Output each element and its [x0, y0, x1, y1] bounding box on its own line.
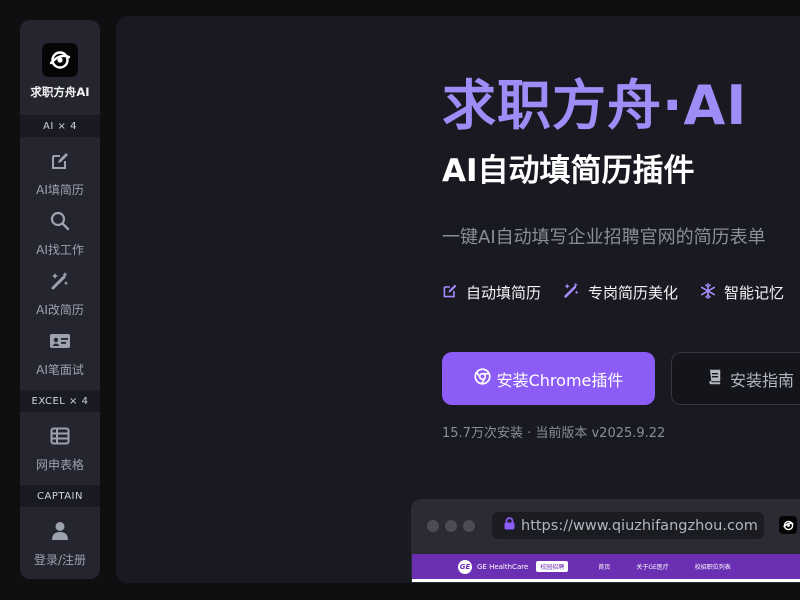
- install-guide-button[interactable]: 安装指南: [671, 352, 800, 405]
- sidebar-item-label: AI笔面试: [36, 363, 84, 377]
- main-panel: 求职方舟·AI AI自动填简历插件 一键AI自动填写企业招聘官网的简历表单 自动…: [116, 16, 800, 583]
- sidebar-item-label: AI找工作: [36, 243, 84, 257]
- site-link-home: 首页: [598, 564, 611, 571]
- section-label-captain: CAPTAIN: [20, 485, 100, 507]
- browser-preview: https://www.qiuzhifangzhou.com GE GE Hea…: [411, 499, 800, 583]
- install-chrome-button[interactable]: 安装Chrome插件: [442, 352, 655, 405]
- sidebar-item-ai-interview[interactable]: AI笔面试: [20, 327, 100, 383]
- brand-name: 求职方舟AI: [30, 85, 90, 99]
- site-name: GE HealthCare: [477, 562, 529, 571]
- sidebar-item-login[interactable]: 登录/注册: [20, 517, 100, 573]
- feature-label: 专岗简历美化: [588, 284, 679, 302]
- hero-title: 求职方舟·AI: [442, 74, 748, 137]
- sidebar: 求职方舟AI AI × 4 AI填简历 AI找工作 AI改简历 AI笔面试 EX…: [20, 20, 100, 579]
- snowflake-icon: [700, 282, 716, 303]
- sidebar-item-application-tables[interactable]: 网申表格: [20, 422, 100, 478]
- install-chrome-label: 安装Chrome插件: [496, 370, 624, 390]
- sidebar-item-label: 网申表格: [35, 458, 84, 472]
- feature-resume-beautify: 专岗简历美化: [563, 282, 678, 303]
- book-icon: [708, 369, 722, 389]
- user-icon: [51, 519, 69, 543]
- url-text: https://www.qiuzhifangzhou.com: [521, 517, 758, 534]
- install-stats: 15.7万次安装 · 当前版本 v2025.9.22: [442, 426, 666, 441]
- lock-icon: [504, 517, 515, 534]
- feature-auto-fill: 自动填简历: [442, 282, 541, 303]
- feature-label: 智能记忆: [724, 284, 785, 302]
- sidebar-item-ai-find-job[interactable]: AI找工作: [20, 207, 100, 263]
- section-label-ai: AI × 4: [20, 115, 100, 137]
- site-link-about: 关于GE医疗: [636, 564, 669, 571]
- extension-logo-icon: [779, 516, 797, 534]
- sidebar-item-label: AI填简历: [36, 183, 84, 197]
- section-label-excel: EXCEL × 4: [20, 390, 100, 412]
- site-link-jobs: 校招职位列表: [694, 564, 731, 571]
- site-body: [412, 579, 800, 582]
- edit-icon: [442, 283, 458, 303]
- sidebar-item-ai-edit-resume[interactable]: AI改简历: [20, 267, 100, 323]
- window-dot: [445, 520, 457, 532]
- logo-icon: [49, 51, 71, 69]
- magic-wand-icon: [563, 282, 580, 303]
- magic-wand-icon: [50, 269, 70, 293]
- feature-list: 自动填简历 专岗简历美化 智能记忆: [442, 282, 784, 303]
- url-bar: https://www.qiuzhifangzhou.com: [492, 512, 764, 539]
- hero-subtitle: AI自动填简历插件: [442, 153, 695, 189]
- site-navbar: GE GE HealthCare 校园招聘 首页 关于GE医疗 校招职位列表: [412, 554, 800, 579]
- table-icon: [50, 424, 70, 448]
- chrome-icon: [474, 368, 491, 389]
- window-controls: [427, 520, 475, 532]
- window-dot: [427, 520, 439, 532]
- edit-icon: [50, 149, 70, 173]
- logo[interactable]: [42, 43, 78, 77]
- feature-label: 自动填简历: [466, 284, 542, 302]
- id-card-icon: [49, 329, 71, 353]
- window-dot: [463, 520, 475, 532]
- sidebar-item-ai-fill-resume[interactable]: AI填简历: [20, 147, 100, 203]
- search-icon: [50, 209, 70, 233]
- hero-description: 一键AI自动填写企业招聘官网的简历表单: [442, 227, 766, 248]
- install-guide-label: 安装指南: [730, 370, 795, 390]
- sidebar-item-label: AI改简历: [36, 303, 84, 317]
- feature-smart-memory: 智能记忆: [700, 282, 784, 303]
- sidebar-item-label: 登录/注册: [33, 553, 87, 567]
- ge-logo: GE: [458, 559, 472, 574]
- site-badge: 校园招聘: [536, 561, 569, 572]
